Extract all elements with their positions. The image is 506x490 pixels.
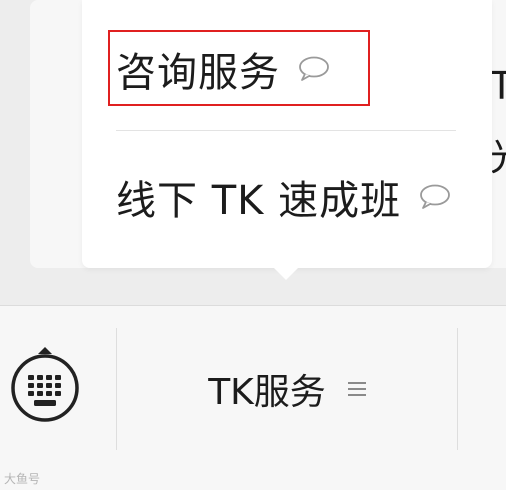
background-text-fragment: T [490, 64, 506, 108]
highlight-annotation-box [108, 30, 370, 106]
watermark: 大鱼号 [4, 472, 41, 486]
chat-bubble-icon [419, 184, 451, 210]
tab-label: TK服务 [208, 372, 326, 413]
tab-divider [457, 328, 458, 450]
menu-divider [116, 130, 456, 131]
menu-pointer-arrow [272, 266, 300, 280]
menu-item-label: 线下 TK 速成班 [116, 178, 402, 224]
tab-tk-service[interactable]: TK服务 [117, 328, 457, 450]
bottom-menu-bar: TK服务 [0, 305, 506, 490]
keyboard-toggle-icon[interactable] [6, 344, 84, 428]
hamburger-menu-icon [347, 381, 366, 397]
background-text-fragment: 光 [490, 126, 506, 181]
menu-item-offline-tk-course[interactable]: 线下 TK 速成班 [82, 142, 492, 252]
